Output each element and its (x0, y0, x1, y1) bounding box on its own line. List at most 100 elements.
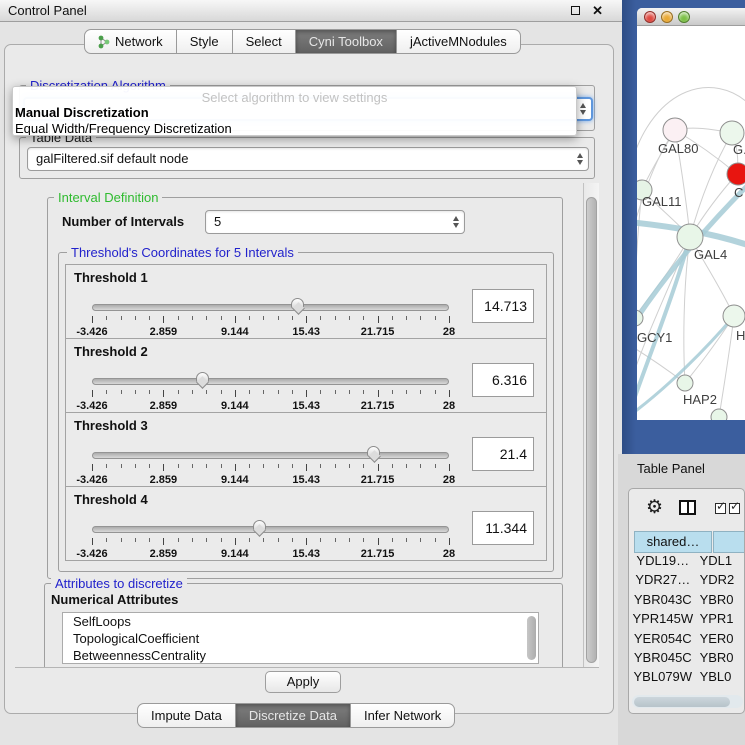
list-scrollbar[interactable] (527, 616, 536, 660)
cell-shared-name: YBR043C (629, 592, 697, 611)
combo-arrows-icon[interactable] (448, 212, 463, 232)
checkbox-icon[interactable]: ✓ (729, 503, 740, 514)
algorithm-option-equal-width-frequency-discretization[interactable]: Equal Width/Frequency Discretization (13, 121, 576, 136)
slider-track[interactable] (92, 526, 449, 533)
cell-shared-name: YER054C (629, 631, 697, 650)
tab-select[interactable]: Select (233, 29, 296, 54)
close-icon[interactable]: ✕ (592, 3, 603, 19)
tab-infer-network[interactable]: Infer Network (351, 703, 455, 728)
float-window-icon[interactable] (571, 6, 580, 15)
slider-track[interactable] (92, 452, 449, 459)
table-header-row: shared… na (634, 531, 745, 553)
cell-name: YBR0 (697, 592, 745, 611)
threshold-label: Threshold 2 (74, 344, 148, 359)
cell-name: YPR1 (697, 611, 745, 630)
minimize-traffic-button[interactable] (661, 11, 673, 23)
panel-vertical-scrollbar[interactable] (583, 183, 599, 667)
table-rows: YDL19…YDL1YDR27…YDR2YBR043CYBR0YPR145WYP… (629, 553, 745, 687)
network-node-label: GAL4 (694, 247, 727, 262)
gear-icon[interactable]: ⚙ (646, 496, 663, 519)
threshold-value-field[interactable]: 14.713 (472, 289, 534, 323)
table-row[interactable]: YBR045CYBR0 (629, 650, 745, 669)
network-node-c[interactable] (727, 163, 745, 185)
table-data-combobox[interactable]: galFiltered.sif default node (27, 147, 589, 171)
table-row[interactable]: YBR043CYBR0 (629, 592, 745, 611)
close-traffic-button[interactable] (644, 11, 656, 23)
split-columns-icon[interactable] (679, 500, 696, 515)
network-node-label: G. (733, 142, 745, 157)
numerical-attributes-label: Numerical Attributes (51, 592, 178, 607)
slider-track[interactable] (92, 378, 449, 385)
tab-discretize-data[interactable]: Discretize Data (236, 703, 351, 728)
column-header-name[interactable]: na (713, 531, 745, 553)
slider-thumb[interactable] (291, 298, 304, 309)
network-window-titlebar (637, 8, 745, 26)
panel-title: Control Panel (8, 3, 571, 18)
slider-thumb[interactable] (196, 372, 209, 383)
table-row[interactable]: YPR145WYPR1 (629, 611, 745, 630)
algorithm-option-manual-discretization[interactable]: Manual Discretization (13, 105, 576, 121)
tab-label: jActiveMNodules (410, 34, 507, 49)
threshold-slider[interactable]: -3.4262.8599.14415.4321.71528 (92, 449, 449, 483)
network-node-h[interactable] (723, 305, 745, 327)
threshold-slider[interactable]: -3.4262.8599.14415.4321.71528 (92, 523, 449, 557)
network-node[interactable] (711, 409, 727, 420)
tab-cyni-toolbox[interactable]: Cyni Toolbox (296, 29, 397, 54)
threshold-list: Threshold 1-3.4262.8599.14415.4321.71528… (65, 265, 547, 561)
cell-name: YER0 (697, 631, 745, 650)
table-row[interactable]: YDR27…YDR2 (629, 572, 745, 591)
combo-arrows-icon[interactable] (575, 100, 590, 118)
numerical-attributes-list[interactable]: SelfLoopsTopologicalCoefficientBetweenne… (62, 612, 539, 664)
tab-jactivemnodules[interactable]: jActiveMNodules (397, 29, 521, 54)
attribute-item-topologicalcoefficient[interactable]: TopologicalCoefficient (63, 630, 538, 647)
cell-name: YDR2 (697, 572, 745, 591)
threshold-slider[interactable]: -3.4262.8599.14415.4321.71528 (92, 301, 449, 335)
attribute-item-betweennesscentrality[interactable]: BetweennessCentrality (63, 647, 538, 664)
column-header-shared-name[interactable]: shared… (634, 531, 712, 553)
num-intervals-combobox[interactable]: 5 (205, 210, 465, 234)
threshold-row-threshold-2: Threshold 2 -3.4262.8599.14415.4321.71528… (65, 338, 547, 413)
zoom-traffic-button[interactable] (678, 11, 690, 23)
table-row[interactable]: YER054CYER0 (629, 631, 745, 650)
slider-thumb[interactable] (367, 446, 380, 457)
threshold-label: Threshold 4 (74, 492, 148, 507)
table-panel-title: Table Panel (637, 461, 705, 476)
scrollbar-thumb[interactable] (634, 697, 730, 707)
apply-button[interactable]: Apply (265, 671, 341, 693)
table-row[interactable]: YDL19…YDL1 (629, 553, 745, 572)
network-canvas[interactable]: GAL80G.CGAL11GAL4GCY1HHAP2 (637, 26, 745, 420)
algorithm-hint: Select algorithm to view settings (13, 90, 576, 105)
top-tab-bar: Network Style SelectCyni Toolbox jActiveMNo… (84, 29, 521, 54)
threshold-row-threshold-3: Threshold 3-3.4262.8599.14415.4321.71528… (65, 412, 547, 487)
network-node-gal80[interactable] (663, 118, 687, 142)
attributes-group: Attributes to discretize Numerical Attri… (44, 583, 563, 667)
scrollbar-thumb[interactable] (586, 197, 597, 663)
bottom-tab-bar: Impute DataDiscretize Data Infer Network (137, 703, 455, 728)
combo-arrows-icon[interactable] (572, 149, 587, 169)
num-intervals-label: Number of Intervals (62, 214, 184, 229)
cell-shared-name: YPR145W (629, 611, 697, 630)
tab-impute-data[interactable]: Impute Data (137, 703, 236, 728)
tab-label: Infer Network (364, 708, 441, 723)
tab-style[interactable]: Style (177, 29, 233, 54)
screen: { "icons": { "close": "✕", "gear": "⚙", … (0, 0, 745, 745)
num-intervals-value: 5 (214, 214, 221, 229)
threshold-value-field[interactable]: 11.344 (472, 511, 534, 545)
tab-label: Style (190, 34, 219, 49)
network-window: GAL80G.CGAL11GAL4GCY1HHAP2 (637, 8, 745, 420)
tab-network[interactable]: Network (84, 29, 177, 54)
table-row[interactable]: YBL079WYBL0 (629, 669, 745, 687)
attribute-item-selfloops[interactable]: SelfLoops (63, 613, 538, 630)
threshold-value-field[interactable]: 21.4 (472, 437, 534, 471)
threshold-slider[interactable]: -3.4262.8599.14415.4321.71528 (92, 375, 449, 409)
table-horizontal-scrollbar[interactable] (632, 695, 743, 708)
checkbox-icon[interactable]: ✓ (715, 503, 726, 514)
slider-thumb[interactable] (253, 520, 266, 531)
network-node-hap2[interactable] (677, 375, 693, 391)
threshold-value-field[interactable]: 6.316 (472, 363, 534, 397)
cell-name: YBR0 (697, 650, 745, 669)
network-edge (637, 346, 685, 383)
cell-name: YDL1 (697, 553, 745, 572)
slider-track[interactable] (92, 304, 449, 311)
cell-shared-name: YBL079W (629, 669, 697, 687)
